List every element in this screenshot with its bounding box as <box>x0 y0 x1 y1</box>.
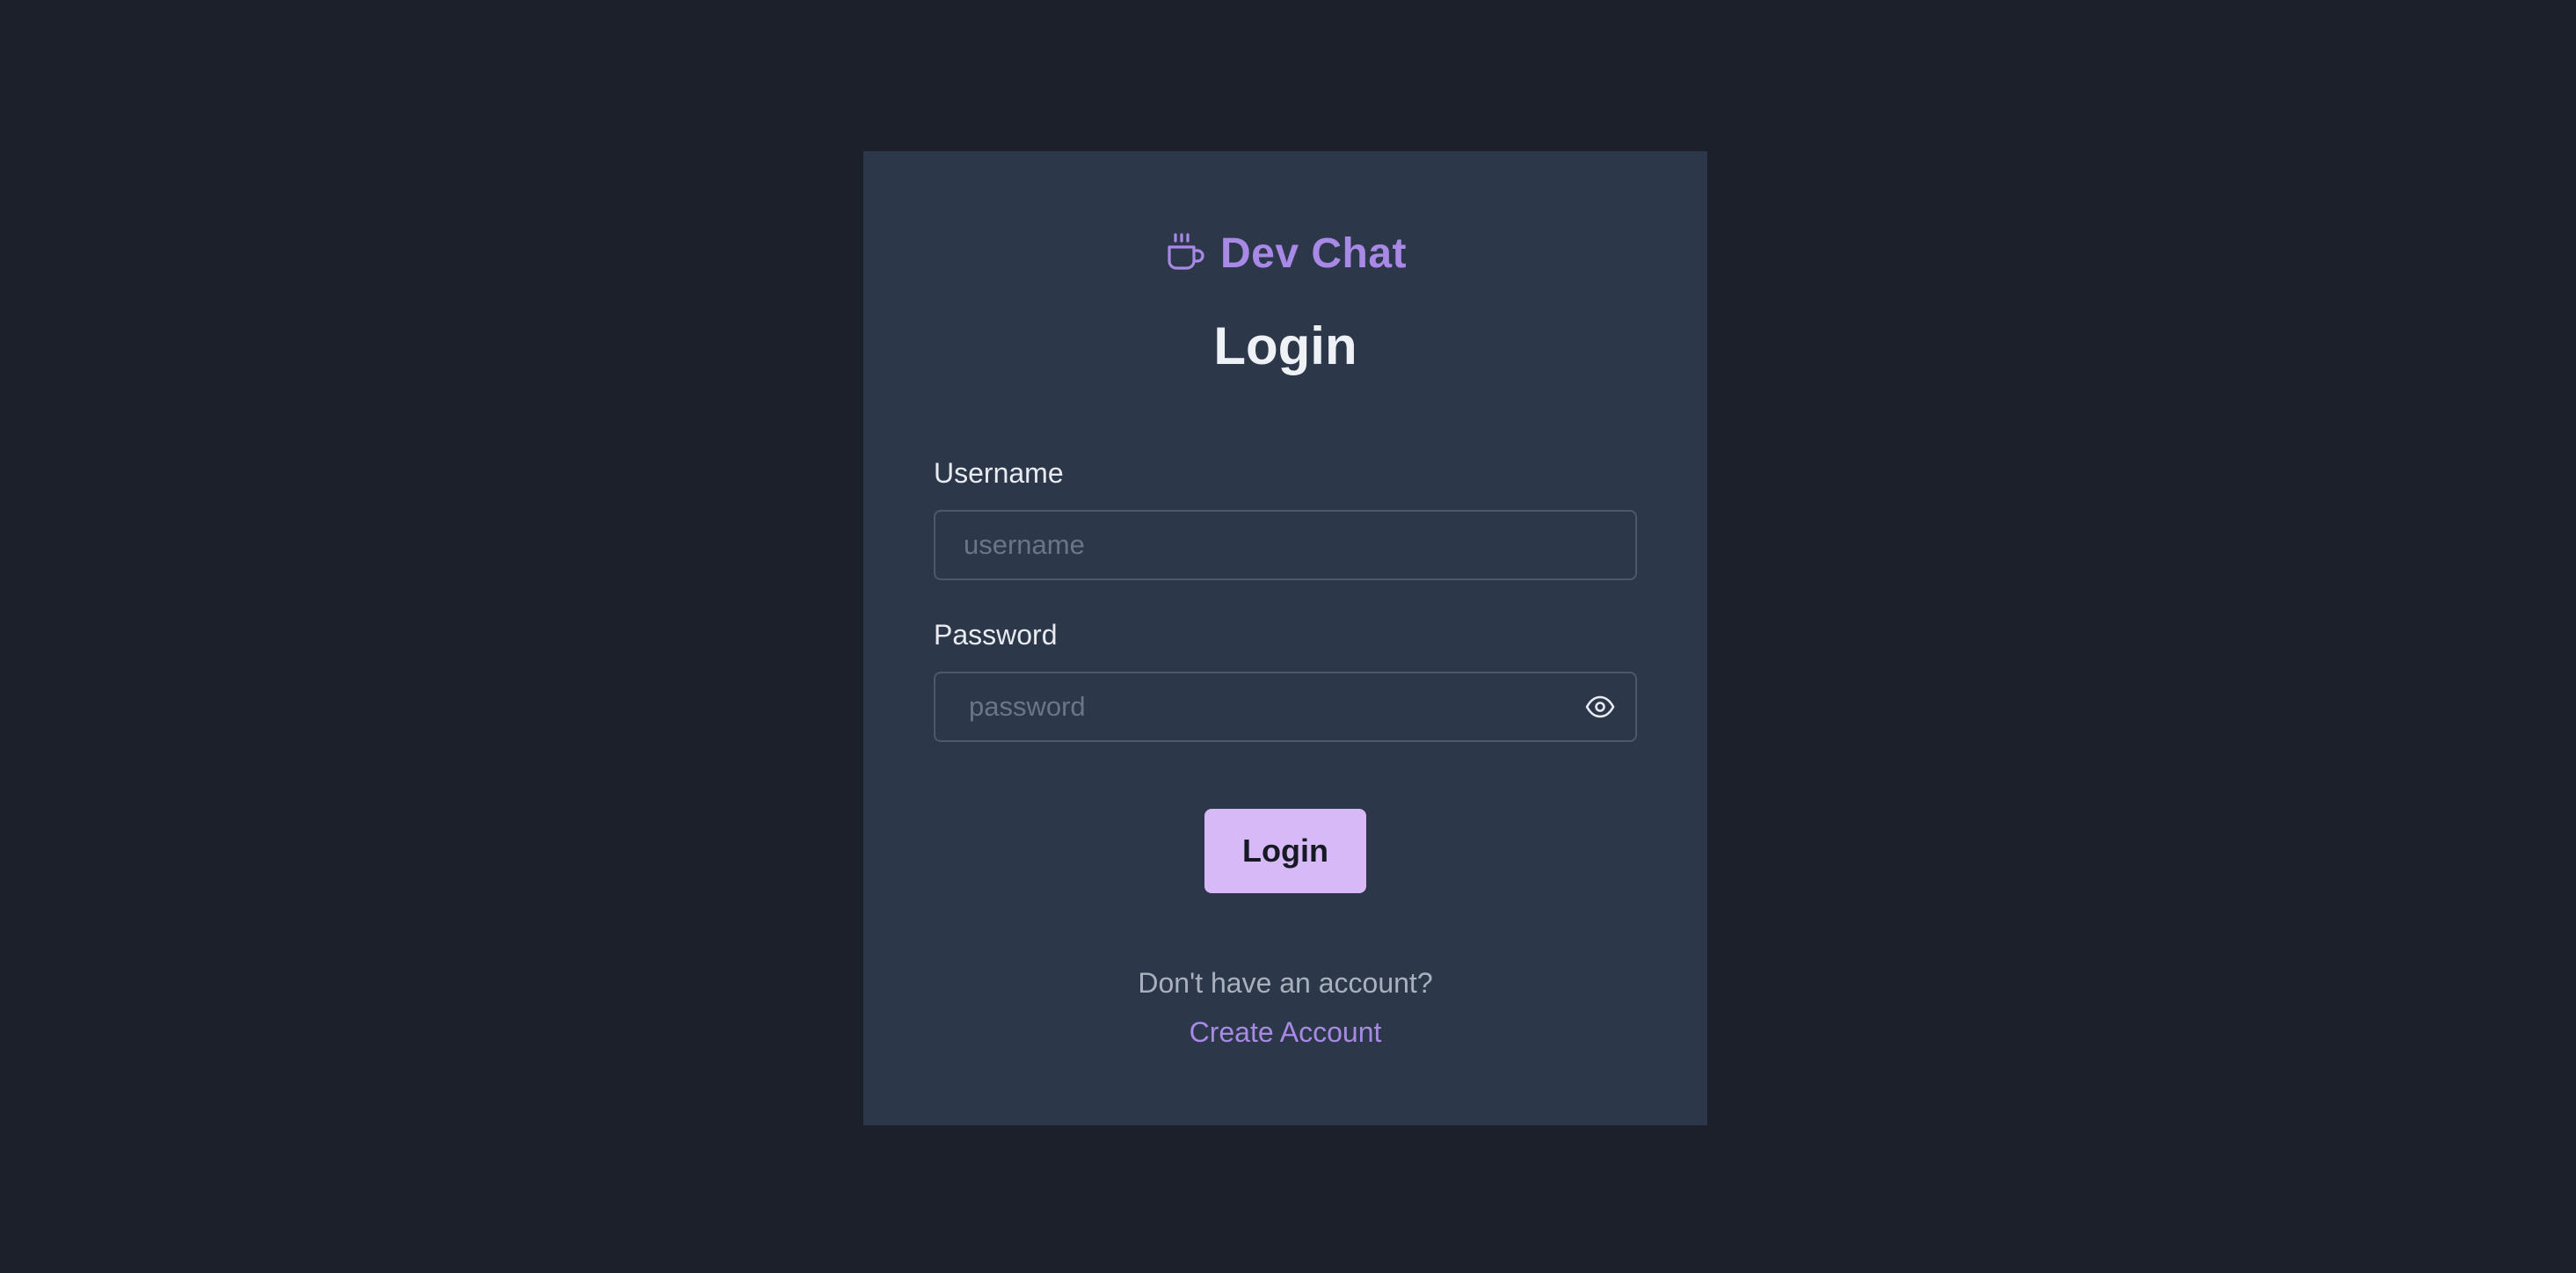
create-account-link[interactable]: Create Account <box>863 1016 1707 1049</box>
brand-name: Dev Chat <box>1219 229 1408 277</box>
login-card: Dev Chat Login Username Password Login D… <box>863 151 1707 1125</box>
coffee-cup-icon <box>1164 231 1208 275</box>
password-input[interactable] <box>934 672 1637 742</box>
eye-icon[interactable] <box>1584 691 1616 723</box>
brand: Dev Chat <box>863 227 1707 280</box>
username-input[interactable] <box>934 510 1637 580</box>
password-label: Password <box>934 619 1058 651</box>
page-title: Login <box>1213 316 1357 375</box>
username-label: Username <box>934 457 1064 489</box>
login-button[interactable]: Login <box>1204 809 1366 893</box>
signup-prompt: Don't have an account? <box>1138 967 1433 999</box>
